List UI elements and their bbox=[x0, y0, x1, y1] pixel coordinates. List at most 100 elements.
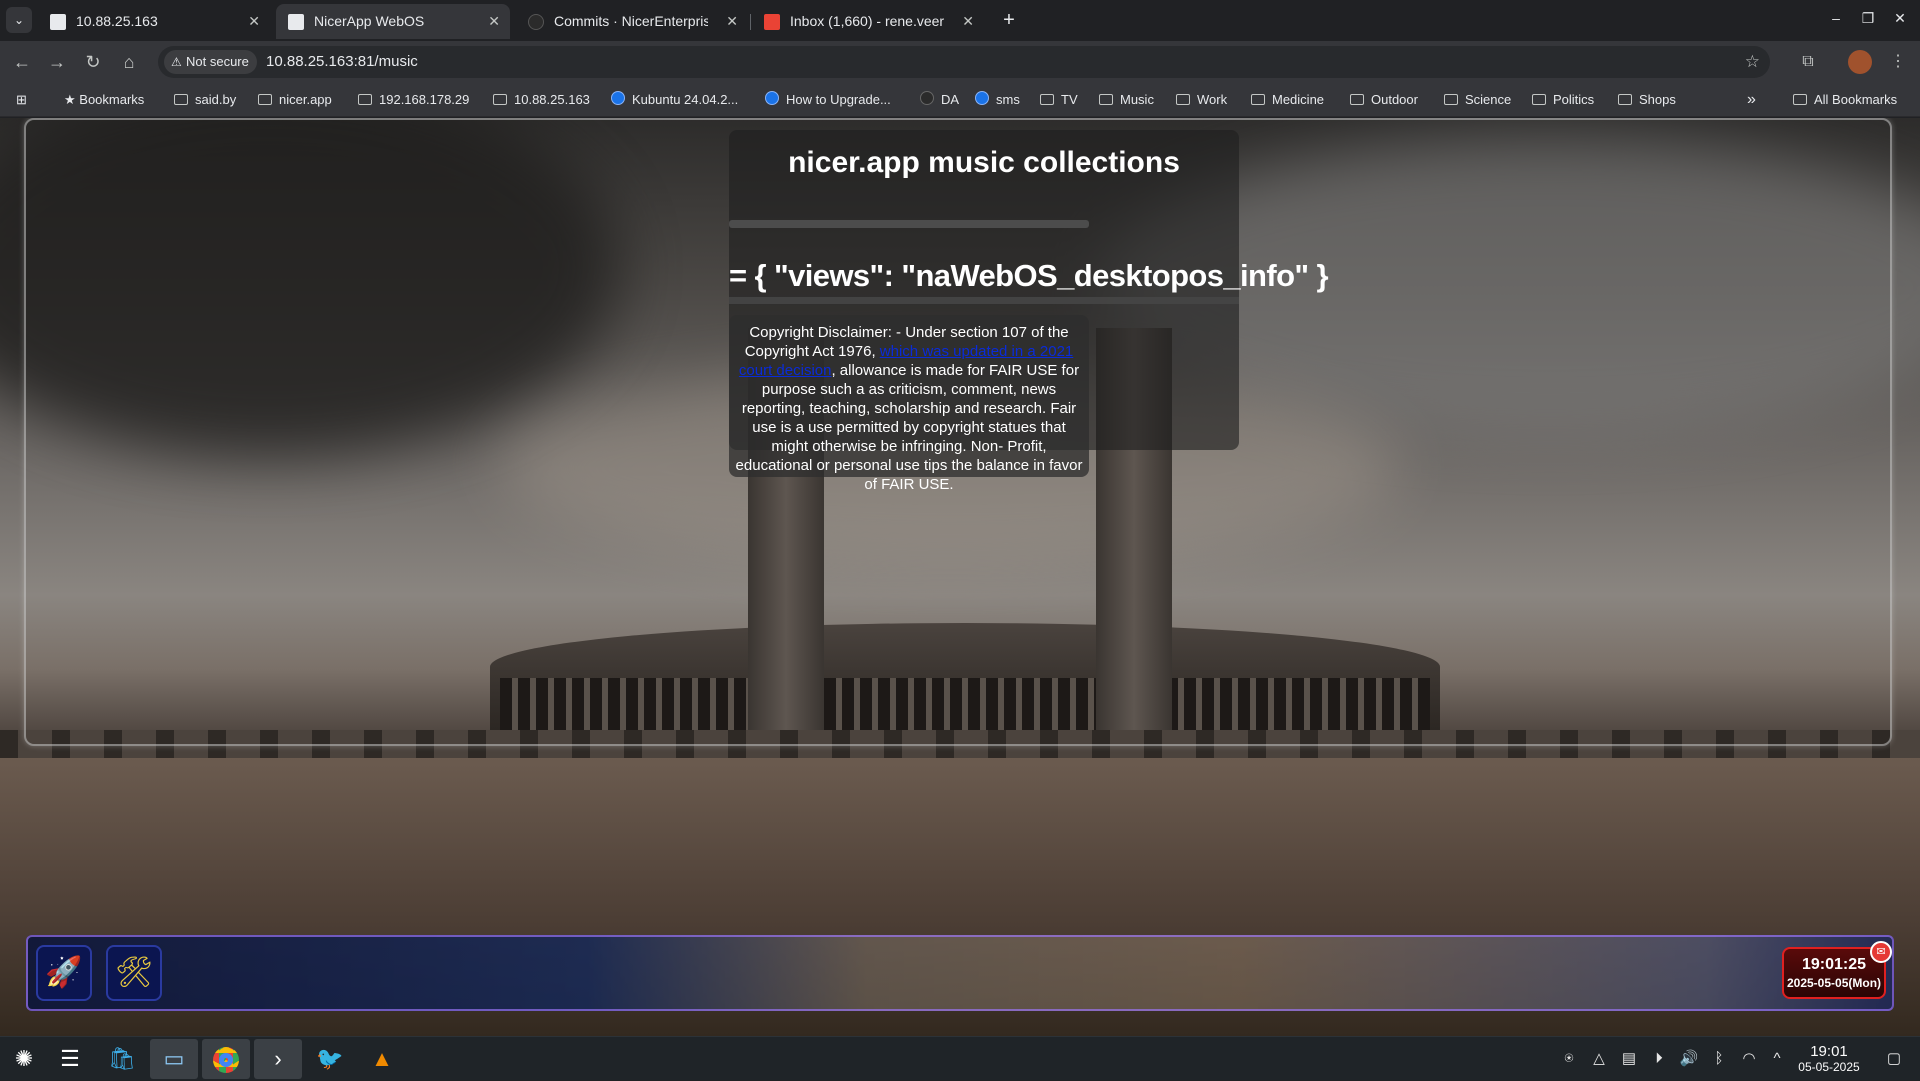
close-tab-icon[interactable]: ✕ bbox=[962, 4, 974, 39]
folder-icon bbox=[1040, 94, 1054, 105]
bookmark-outdoor[interactable]: Outdoor bbox=[1350, 83, 1418, 117]
folder-icon bbox=[493, 94, 507, 105]
bookmark-kubuntu[interactable]: Kubuntu 24.04.2... bbox=[611, 83, 738, 117]
horizontal-scrollbar[interactable] bbox=[729, 220, 1089, 228]
tray-vlc-icon[interactable]: △ bbox=[1587, 1037, 1611, 1081]
gmail-icon bbox=[764, 14, 780, 30]
bookmark-sms[interactable]: sms bbox=[975, 83, 1020, 117]
kubuntu-icon bbox=[611, 91, 625, 105]
bookmark-politics[interactable]: Politics bbox=[1532, 83, 1594, 117]
tray-media-icon[interactable]: ⏵ bbox=[1647, 1037, 1671, 1081]
tools-icon[interactable]: 🛠 bbox=[106, 945, 162, 1001]
tab-inbox[interactable]: Inbox (1,660) - rene.veerma ✕ bbox=[752, 4, 984, 39]
not-secure-chip[interactable]: ⚠ Not secure bbox=[164, 50, 257, 74]
tab-commits[interactable]: Commits · NicerEnterprises ✕ bbox=[516, 4, 748, 39]
grid-favicon-icon bbox=[50, 14, 66, 30]
divider bbox=[729, 297, 1239, 304]
mail-badge-icon[interactable]: ✉ bbox=[1870, 941, 1892, 963]
tab-search-button[interactable]: ⌄ bbox=[6, 7, 32, 33]
site-icon bbox=[765, 91, 779, 105]
bookmark-tv[interactable]: TV bbox=[1040, 83, 1078, 117]
kde-menu-icon[interactable]: ✺ bbox=[0, 1039, 48, 1079]
tray-bluetooth-icon[interactable]: ᛒ bbox=[1707, 1037, 1731, 1081]
close-window-icon[interactable]: ✕ bbox=[1890, 10, 1910, 27]
grid-favicon-icon bbox=[288, 14, 304, 30]
vlc-icon[interactable]: ▲ bbox=[358, 1039, 406, 1079]
close-tab-icon[interactable]: ✕ bbox=[488, 4, 500, 39]
taskbar-time: 19:01 bbox=[1810, 1043, 1848, 1060]
taskbar-date: 05-05-2025 bbox=[1798, 1060, 1860, 1074]
extensions-icon[interactable]: ⧉ bbox=[1796, 50, 1820, 74]
clock-date: 2025-05-05(Mon) bbox=[1786, 976, 1882, 990]
discover-icon[interactable]: 🛍 bbox=[98, 1039, 146, 1079]
folder-icon bbox=[1532, 94, 1546, 105]
home-icon[interactable]: ⌂ bbox=[116, 49, 142, 75]
bookmark-10-88-25-163[interactable]: 10.88.25.163 bbox=[493, 83, 590, 117]
forward-arrow-icon[interactable]: → bbox=[44, 49, 70, 75]
address-bar[interactable]: ⚠ Not secure 10.88.25.163:81/music ☆ bbox=[158, 46, 1770, 78]
close-tab-icon[interactable]: ✕ bbox=[726, 4, 738, 39]
star-icon: ★ bbox=[64, 92, 80, 107]
tray-volume-icon[interactable]: 🔊 bbox=[1677, 1037, 1701, 1081]
profile-avatar[interactable] bbox=[1848, 50, 1872, 74]
chrome-icon[interactable] bbox=[202, 1039, 250, 1079]
tray-wifi-icon[interactable]: ◠ bbox=[1737, 1037, 1761, 1081]
settings-icon[interactable]: ☰ bbox=[46, 1039, 94, 1079]
rocket-icon[interactable]: 🚀 bbox=[36, 945, 92, 1001]
disclaimer-text-rest: , allowance is made for FAIR USE for pur… bbox=[735, 362, 1083, 493]
folder-icon bbox=[1618, 94, 1632, 105]
taskbar-clock[interactable]: 19:01 05-05-2025 bbox=[1782, 1043, 1876, 1074]
bookmark-star-icon[interactable]: ☆ bbox=[1745, 46, 1760, 78]
bookmark-192-168-178-29[interactable]: 192.168.178.29 bbox=[358, 83, 469, 117]
tray-clipboard-icon[interactable]: ▤ bbox=[1617, 1037, 1641, 1081]
bookmark-nicer-app[interactable]: nicer.app bbox=[258, 83, 332, 117]
views-json-text: = { "views": "naWebOS_desktopos_info" } bbox=[729, 258, 1329, 293]
tray-update-icon[interactable]: ⍟ bbox=[1557, 1037, 1581, 1081]
webos-dock: 🚀 🛠 19:01:25 2025-05-05(Mon) ✉ bbox=[26, 935, 1894, 1011]
bookmark-said-by[interactable]: said.by bbox=[174, 83, 236, 117]
bookmark-medicine[interactable]: Medicine bbox=[1251, 83, 1324, 117]
clock-time: 19:01:25 bbox=[1801, 956, 1867, 973]
bookmarks-bar: ⊞ ★ Bookmarks said.by nicer.app 192.168.… bbox=[0, 83, 1920, 117]
bookmark-da[interactable]: DA bbox=[920, 83, 959, 117]
tab-title: NicerApp WebOS bbox=[314, 13, 425, 29]
reload-icon[interactable]: ↻ bbox=[80, 49, 106, 75]
browser-toolbar: ← → ↻ ⌂ ⚠ Not secure 10.88.25.163:81/mus… bbox=[0, 41, 1920, 83]
folder-icon bbox=[1099, 94, 1113, 105]
bookmark-work[interactable]: Work bbox=[1176, 83, 1227, 117]
app-window-frame: nicer.app music collections = { "views":… bbox=[24, 118, 1892, 746]
show-desktop-icon[interactable]: ▢ bbox=[1882, 1037, 1906, 1081]
restore-icon[interactable]: ❐ bbox=[1858, 10, 1878, 27]
dock-clock[interactable]: 19:01:25 2025-05-05(Mon) ✉ bbox=[1782, 941, 1892, 999]
url-text[interactable]: 10.88.25.163:81/music bbox=[266, 46, 418, 78]
files-icon[interactable]: ▭ bbox=[150, 1039, 198, 1079]
folder-icon bbox=[1251, 94, 1265, 105]
tab-10-88-25-163[interactable]: 10.88.25.163 ✕ bbox=[38, 4, 270, 39]
folder-icon bbox=[1444, 94, 1458, 105]
github-icon bbox=[920, 91, 934, 105]
folder-icon bbox=[258, 94, 272, 105]
terminal-icon[interactable]: › bbox=[254, 1039, 302, 1079]
webos-page: nicer.app music collections = { "views":… bbox=[0, 118, 1920, 1036]
bookmark-how-to-upgrade[interactable]: How to Upgrade... bbox=[765, 83, 891, 117]
all-bookmarks-button[interactable]: All Bookmarks bbox=[1793, 83, 1897, 117]
thunderbird-icon[interactable]: 🐦 bbox=[306, 1039, 354, 1079]
tab-nicerapp-webos[interactable]: NicerApp WebOS ✕ bbox=[276, 4, 510, 39]
apps-grid-icon[interactable]: ⊞ bbox=[16, 83, 27, 117]
bookmark-science[interactable]: Science bbox=[1444, 83, 1511, 117]
back-arrow-icon[interactable]: ← bbox=[9, 49, 35, 75]
info-panel: nicer.app music collections = { "views":… bbox=[729, 130, 1329, 493]
bookmark-shops[interactable]: Shops bbox=[1618, 83, 1676, 117]
folder-icon bbox=[1793, 94, 1807, 105]
bookmarks-overflow-button[interactable]: » bbox=[1747, 83, 1756, 117]
close-tab-icon[interactable]: ✕ bbox=[248, 4, 260, 39]
minimize-icon[interactable]: – bbox=[1826, 10, 1846, 26]
tab-separator bbox=[750, 14, 751, 30]
bookmark-bookmarks[interactable]: ★ Bookmarks bbox=[64, 83, 144, 117]
os-taskbar: ✺ ☰ 🛍 ▭ › 🐦 ▲ ⍟ △ ▤ ⏵ 🔊 ᛒ ◠ ^ 19:01 05-0… bbox=[0, 1036, 1920, 1080]
security-label: Not secure bbox=[186, 54, 249, 69]
tab-title: 10.88.25.163 bbox=[76, 13, 158, 29]
new-tab-button[interactable]: + bbox=[996, 8, 1022, 34]
bookmark-music[interactable]: Music bbox=[1099, 83, 1154, 117]
menu-kebab-icon[interactable]: ⋮ bbox=[1886, 50, 1910, 74]
